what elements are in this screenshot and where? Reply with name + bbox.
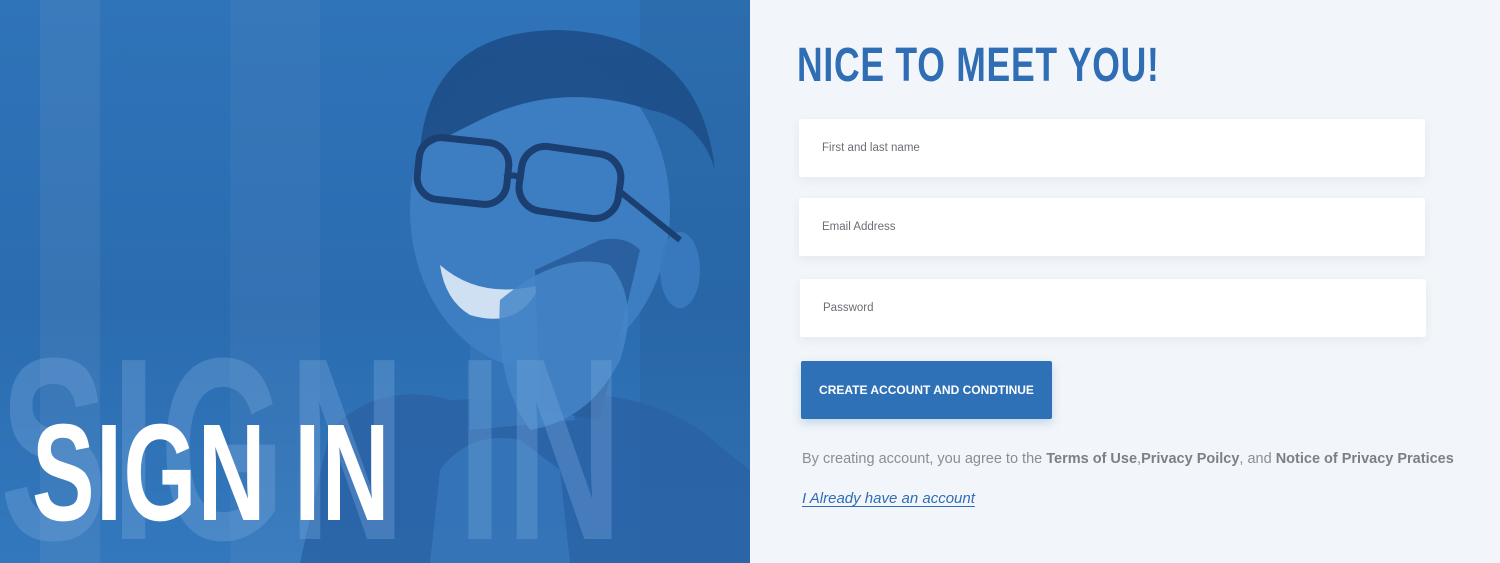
signup-form-panel: NICE TO MEET YOU! CREATE ACCOUNT AND CON… (750, 0, 1500, 563)
terms-of-use-link[interactable]: Terms of Use (1046, 451, 1137, 467)
terms-prefix: By creating account, you agree to the (802, 451, 1047, 467)
privacy-notice-link[interactable]: Notice of Privacy Pratices (1276, 451, 1454, 467)
password-field[interactable] (800, 279, 1426, 337)
name-field[interactable] (799, 119, 1425, 177)
hero-panel: SIGN IN SIGN IN (0, 0, 750, 563)
email-field[interactable] (799, 198, 1425, 256)
page-title: NICE TO MEET YOU! (797, 39, 1160, 92)
terms-text: By creating account, you agree to the Te… (802, 451, 1454, 467)
hero-heading: SIGN IN (32, 396, 391, 550)
already-have-account-link[interactable]: I Already have an account (802, 490, 975, 507)
create-account-button[interactable]: CREATE ACCOUNT AND CONDTINUE (801, 361, 1052, 419)
terms-separator: , and (1239, 451, 1276, 467)
privacy-policy-link[interactable]: Privacy Poilcy (1141, 451, 1239, 467)
